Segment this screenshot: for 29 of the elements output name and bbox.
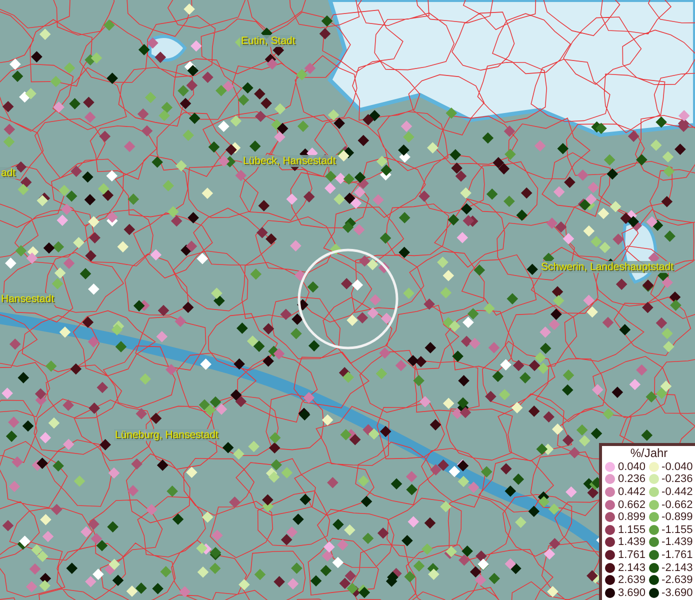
legend-value: 0.040 [618,460,646,473]
legend-value: 3.690 [618,586,646,599]
legend-value: -1.761 [662,548,693,561]
legend-title: %/Jahr [629,447,669,460]
place-label: Hansestadt [0,293,56,305]
legend-value: 1.155 [618,524,646,536]
place-label: Schwerin, Landeshauptstadt [540,261,675,273]
legend-value: -0.899 [662,511,693,524]
place-label: Lüneburg, Hansestadt [114,429,220,441]
legend-value: -0.442 [662,486,693,498]
legend-value: 1.439 [618,536,646,548]
legend-value: -0.040 [662,460,693,473]
legend-value: 0.899 [618,511,646,524]
legend-value: -1.155 [662,524,693,536]
place-label: Lübeck, Hansestadt [242,155,337,167]
legend-value: -1.439 [662,536,693,548]
place-label: adt [0,167,17,179]
legend-value: -0.662 [662,498,693,511]
legend-value: -0.236 [662,473,693,486]
legend-value: 0.662 [618,498,646,511]
legend-value: -2.143 [662,562,693,574]
legend-value: 0.236 [618,473,646,486]
place-label: Eutin, Stadt [240,35,296,47]
legend-value: -2.639 [662,574,693,586]
legend-value: 0.442 [618,486,646,498]
legend-value: -3.690 [662,586,693,599]
legend-value: 1.761 [618,548,646,561]
legend-value: 2.143 [618,562,646,574]
legend-value: 2.639 [618,574,646,586]
